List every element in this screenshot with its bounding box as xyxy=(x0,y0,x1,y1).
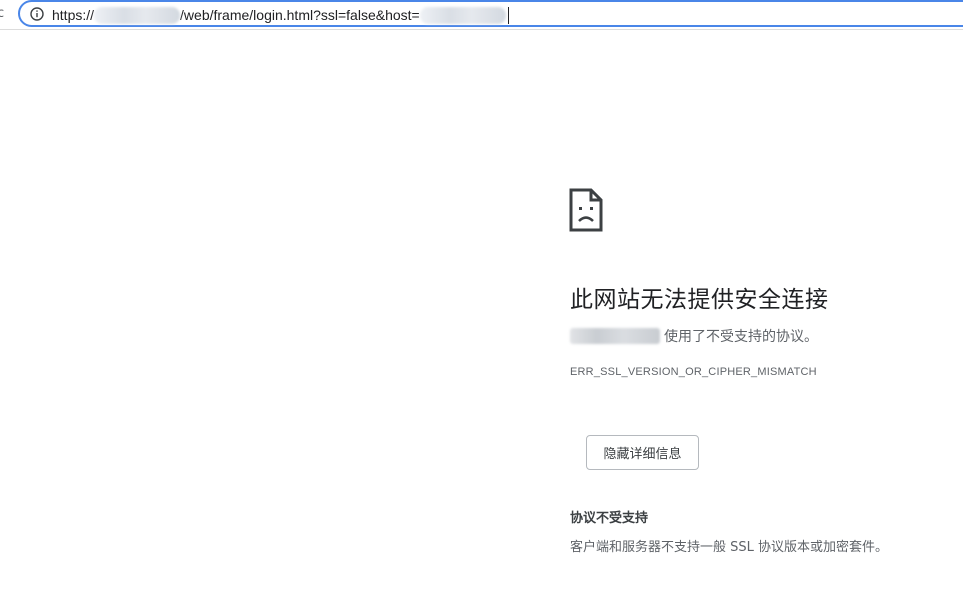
hide-details-button[interactable]: 隐藏详细信息 xyxy=(586,435,699,470)
reload-icon[interactable]: c xyxy=(0,7,4,21)
error-description: 使用了不受支持的协议。 xyxy=(570,326,818,346)
error-description-text: 使用了不受支持的协议。 xyxy=(664,329,818,345)
error-heading: 此网站无法提供安全连接 xyxy=(570,287,829,313)
url-path: /web/frame/login.html?ssl=false&host= xyxy=(180,7,420,23)
details-title: 协议不受支持 xyxy=(570,511,649,526)
redacted-site-name xyxy=(570,328,660,344)
details-text: 客户端和服务器不支持一般 SSL 协议版本或加密套件。 xyxy=(570,540,889,555)
error-code: ERR_SSL_VERSION_OR_CIPHER_MISMATCH xyxy=(570,366,817,378)
redacted-host xyxy=(94,6,181,24)
info-icon[interactable] xyxy=(29,6,45,22)
address-bar[interactable]: https:// /web/frame/login.html?ssl=false… xyxy=(18,0,963,27)
browser-toolbar: c https:// /web/frame/login.html?ssl=fal… xyxy=(0,0,963,30)
sad-page-icon xyxy=(569,188,603,232)
redacted-host-param xyxy=(419,6,506,24)
url-scheme: https:// xyxy=(52,7,95,23)
url-text[interactable]: https:// /web/frame/login.html?ssl=false… xyxy=(52,6,509,24)
text-cursor xyxy=(507,6,509,24)
